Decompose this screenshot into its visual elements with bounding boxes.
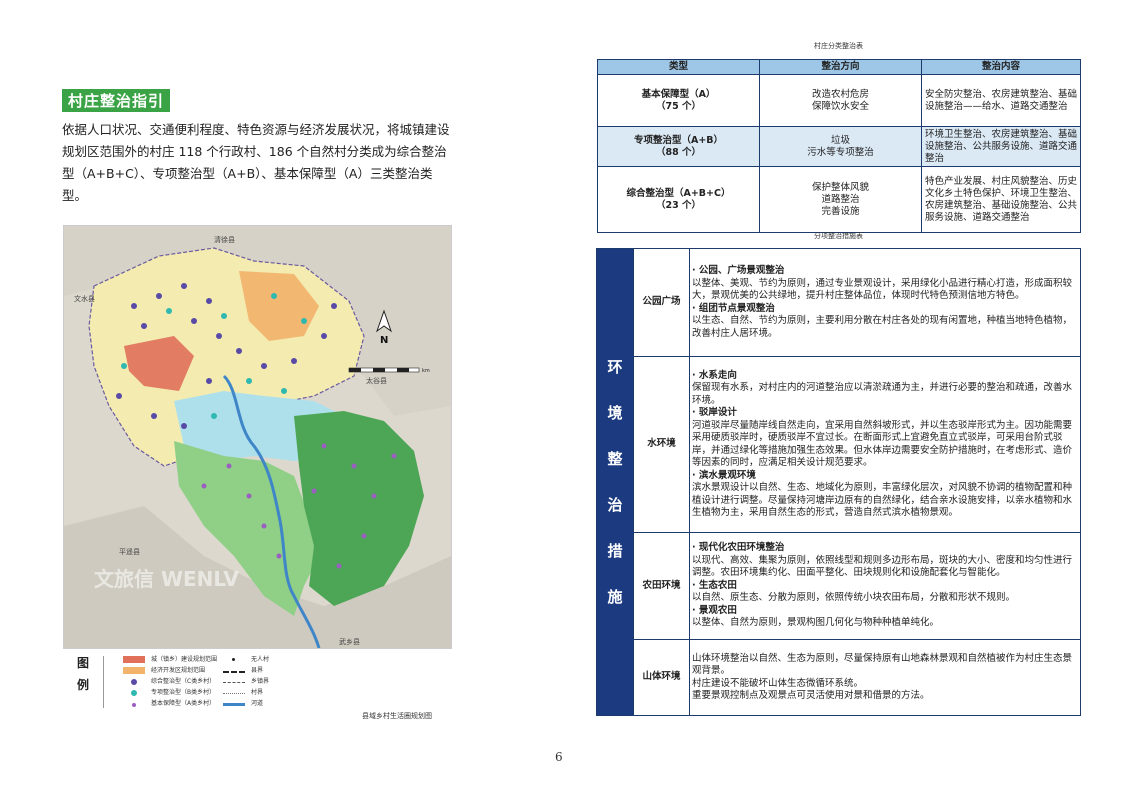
place-label: 平遥县 xyxy=(119,547,140,556)
measures-table: 环境整治措施 公园广场 · 公园、广场景观整治 以整体、美观、节约为原则，通过专… xyxy=(596,248,1081,716)
column-header: 整治方向 xyxy=(759,59,922,75)
legend-item: 乡镇界 xyxy=(223,676,269,687)
svg-text:N: N xyxy=(380,335,388,346)
content-cell: · 现代化农田环境整治 以现代、高效、集聚为原则，依照线型和规则多边形布局，斑块… xyxy=(689,532,1081,640)
classification-table: 类型 整治方向 整治内容 基本保障型（A） （75 个） 改造农村危房 保障饮水安全… xyxy=(597,59,1081,233)
type-cell: 基本保障型（A） （75 个） xyxy=(597,74,760,127)
table1-caption: 村庄分类整治表 xyxy=(814,42,863,50)
table-row: 专项整治型（A+B） （88 个） 垃圾 污水等专项整治 环境卫生整治、农房建筑整治… xyxy=(597,126,1081,167)
table-row: 环境整治措施 公园广场 · 公园、广场景观整治 以整体、美观、节约为原则，通过专… xyxy=(596,248,1081,716)
direction-cell: 保护整体风貌 道路整治 完善设施 xyxy=(759,166,922,233)
content-cell: 安全防灾整治、农房建筑整治、基础设施整治——给水、道路交通整治 xyxy=(921,74,1081,127)
legend-item: 县界 xyxy=(223,665,269,676)
place-label: 清徐县 xyxy=(214,235,235,244)
content-cell: 特色产业发展、村庄风貌整治、历史文化乡土特色保护、环境卫生整治、农房建筑整治、基… xyxy=(921,166,1081,233)
direction-cell: 垃圾 污水等专项整治 xyxy=(759,126,922,167)
direction-cell: 改造农村危房 保障饮水安全 xyxy=(759,74,922,127)
category-cell: 山体环境 xyxy=(633,639,690,716)
table-row: 基本保障型（A） （75 个） 改造农村危房 保障饮水安全 安全防灾整治、农房建筑整… xyxy=(597,74,1081,127)
legend-list-right: 无人村 县界 乡镇界 村界 河道 xyxy=(223,654,269,709)
map-graphic: 清徐县 文水县 太谷县 平遥县 武乡县 N km 文旅信 WENLV xyxy=(64,226,451,648)
legend-item: 基本保障型（A类乡村） xyxy=(123,698,217,709)
content-cell: · 水系走向 保留现有水系，对村庄内的河道整治应以清淤疏通为主，并进行必要的整治… xyxy=(689,356,1081,533)
column-header: 类型 xyxy=(597,59,760,75)
category-cell: 公园广场 xyxy=(633,248,690,357)
svg-text:km: km xyxy=(422,368,430,374)
category-cell: 水环境 xyxy=(633,356,690,533)
category-cell: 农田环境 xyxy=(633,532,690,640)
content-cell: 山体环境整治以自然、生态为原则，尽量保持原有山地森林景观和自然植被作为村庄生态景… xyxy=(689,639,1081,716)
table-row: 山体环境 山体环境整治以自然、生态为原则，尽量保持原有山地森林景观和自然植被作为… xyxy=(597,639,1081,716)
place-label: 文水县 xyxy=(74,294,95,303)
intro-paragraph: 依据人口状况、交通便利程度、特色资源与经济发展状况，将城镇建设规划区范围外的村庄… xyxy=(62,122,450,203)
map-caption: 县域乡村生活圈规划图 xyxy=(362,712,432,720)
legend-item: 城（镇乡）建设规划范围 xyxy=(123,654,217,665)
type-cell: 综合整治型（A+B+C） （23 个） xyxy=(597,166,760,233)
legend-item: 无人村 xyxy=(223,654,269,665)
content-cell: 环境卫生整治、农房建筑整治、基础设施整治、公共服务设施、道路交通整治 xyxy=(921,126,1081,167)
side-title: 环境整治措施 xyxy=(596,248,634,716)
village-map: 清徐县 文水县 太谷县 平遥县 武乡县 N km 文旅信 WENLV xyxy=(63,225,452,649)
table-row: 水环境 · 水系走向 保留现有水系，对村庄内的河道整治应以清淤疏通为主，并进行必… xyxy=(597,356,1081,533)
column-header: 整治内容 xyxy=(921,59,1081,75)
legend-item: 专项整治型（B类乡村） xyxy=(123,687,217,698)
legend-item: 村界 xyxy=(223,687,269,698)
table-row: 农田环境 · 现代化农田环境整治 以现代、高效、集聚为原则，依照线型和规则多边形… xyxy=(597,532,1081,640)
legend-list-left: 城（镇乡）建设规划范围 经济开发区规划范围 综合整治型（C类乡村） 专项整治型（… xyxy=(123,654,217,709)
content-cell: · 公园、广场景观整治 以整体、美观、节约为原则，通过专业景观设计，采用绿化小品… xyxy=(689,248,1081,357)
legend-item: 综合整治型（C类乡村） xyxy=(123,676,217,687)
watermark: 文旅信 WENLV xyxy=(94,567,239,591)
place-label: 太谷县 xyxy=(366,376,387,385)
type-cell: 专项整治型（A+B） （88 个） xyxy=(597,126,760,167)
place-label: 武乡县 xyxy=(339,637,360,646)
table2-caption: 分项整治措施表 xyxy=(814,232,863,240)
table-header-row: 类型 整治方向 整治内容 xyxy=(597,59,1081,75)
table-row: 综合整治型（A+B+C） （23 个） 保护整体风貌 道路整治 完善设施 特色产业发展… xyxy=(597,166,1081,233)
legend-item: 河道 xyxy=(223,698,269,709)
legend-title: 图 例 xyxy=(76,656,89,692)
legend-item: 经济开发区规划范围 xyxy=(123,665,217,676)
map-legend: 图 例 城（镇乡）建设规划范围 经济开发区规划范围 综合整治型（C类乡村） 专项… xyxy=(63,652,450,712)
page-number: 6 xyxy=(555,750,563,764)
section-title: 村庄整治指引 xyxy=(62,89,171,112)
